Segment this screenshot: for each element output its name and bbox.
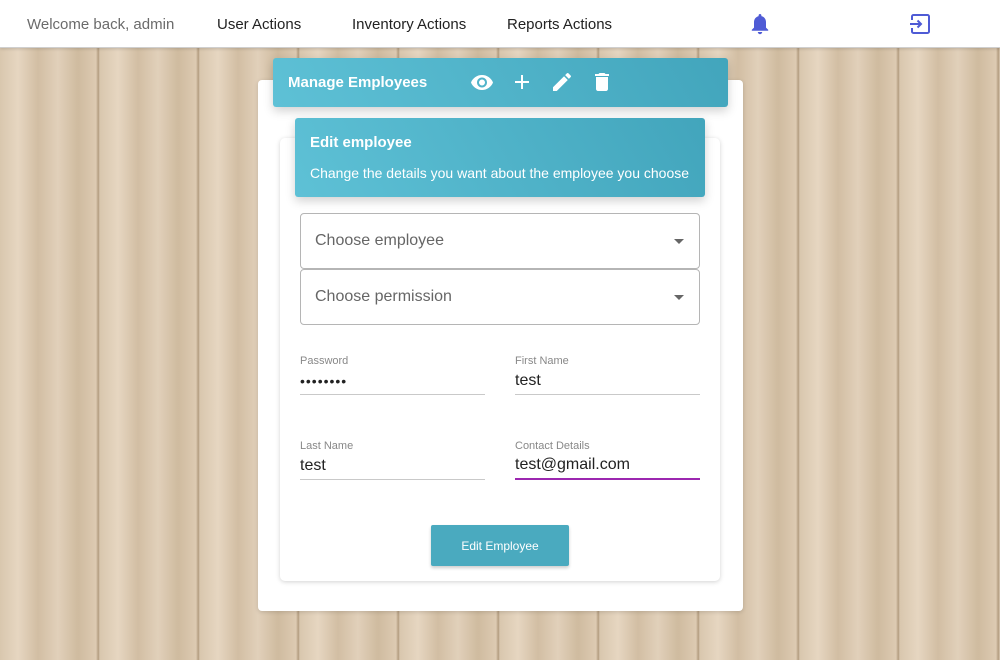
password-field: Password (300, 355, 485, 410)
first-name-field: First Name (515, 355, 700, 410)
contact-details-input[interactable] (515, 452, 700, 480)
choose-employee-select[interactable]: Choose employee (300, 213, 700, 269)
contact-details-field: Contact Details (515, 440, 700, 495)
bell-icon[interactable] (750, 13, 770, 35)
choose-permission-placeholder: Choose permission (315, 288, 452, 305)
first-name-input[interactable] (515, 367, 700, 395)
choose-employee-placeholder: Choose employee (315, 232, 444, 249)
nav-user-actions[interactable]: User Actions (217, 16, 301, 33)
top-navbar: Welcome back, admin User Actions Invento… (0, 0, 1000, 48)
edit-employee-button[interactable]: Edit Employee (431, 525, 569, 566)
password-input[interactable] (300, 367, 485, 395)
pencil-icon[interactable] (550, 70, 574, 94)
manage-employees-title: Manage Employees (288, 74, 428, 91)
last-name-input[interactable] (300, 452, 485, 480)
last-name-label: Last Name (300, 440, 354, 452)
choose-permission-select[interactable]: Choose permission (300, 269, 700, 325)
dropdown-arrow-icon (674, 239, 684, 244)
password-label: Password (300, 355, 349, 367)
edit-employee-header: Edit employee Change the details you wan… (295, 118, 705, 197)
logout-icon[interactable] (909, 13, 931, 35)
edit-employee-subtitle: Change the details you want about the em… (310, 165, 690, 181)
first-name-label: First Name (515, 355, 569, 367)
nav-reports-actions[interactable]: Reports Actions (507, 16, 612, 33)
edit-employee-title: Edit employee (310, 134, 412, 151)
trash-icon[interactable] (590, 70, 614, 94)
last-name-field: Last Name (300, 440, 485, 495)
eye-icon[interactable] (470, 70, 494, 94)
manage-employees-header: Manage Employees (273, 58, 728, 107)
welcome-text: Welcome back, admin (27, 16, 175, 33)
dropdown-arrow-icon (674, 295, 684, 300)
contact-details-label: Contact Details (515, 440, 590, 452)
plus-icon[interactable] (510, 70, 534, 94)
nav-inventory-actions[interactable]: Inventory Actions (352, 16, 466, 33)
